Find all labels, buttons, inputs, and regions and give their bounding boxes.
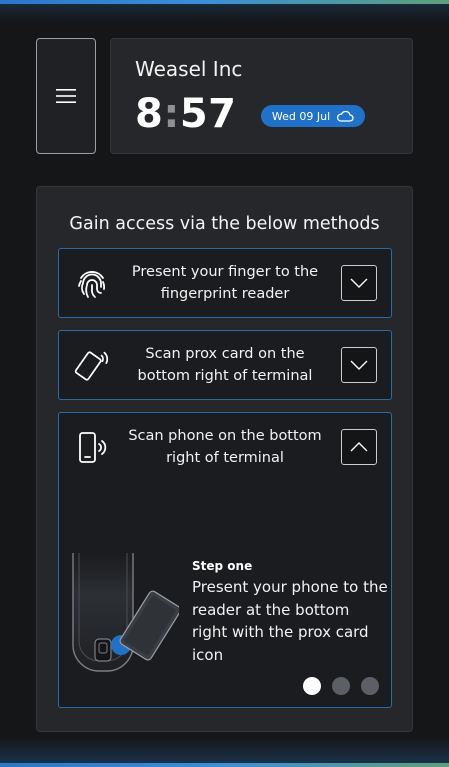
method-fingerprint[interactable]: Present your finger to the fingerprint r… bbox=[58, 248, 392, 318]
terminal-phone-illustration bbox=[69, 553, 182, 673]
access-methods-panel: Gain access via the below methods Presen… bbox=[36, 186, 413, 732]
step-heading: Step one bbox=[192, 559, 253, 573]
clock: 8:57 bbox=[135, 91, 237, 137]
menu-button[interactable] bbox=[36, 38, 96, 154]
chevron-down-icon bbox=[350, 360, 368, 370]
clock-minutes: 57 bbox=[179, 91, 237, 137]
method-phone-label: Scan phone on the bottom right of termin… bbox=[128, 428, 322, 466]
method-fingerprint-label: Present your finger to the fingerprint r… bbox=[131, 264, 319, 302]
clock-separator: : bbox=[163, 91, 180, 137]
step-pagination bbox=[303, 677, 379, 695]
cloud-icon bbox=[337, 110, 354, 122]
method-prox-card-label: Scan prox card on the bottom right of te… bbox=[137, 346, 313, 384]
step-dot-1[interactable] bbox=[303, 677, 321, 695]
access-methods-title: Gain access via the below methods bbox=[69, 214, 380, 234]
bottom-accent-bar bbox=[0, 763, 449, 767]
date-label: Wed 09 Jul bbox=[271, 109, 331, 123]
step-instruction: Present your phone to the reader at the … bbox=[192, 578, 388, 664]
method-phone[interactable]: Scan phone on the bottom right of termin… bbox=[58, 412, 392, 708]
clock-hours: 8 bbox=[135, 91, 164, 137]
phone-nfc-icon bbox=[73, 429, 111, 467]
chevron-up-icon bbox=[350, 442, 368, 452]
step-dot-3[interactable] bbox=[361, 677, 379, 695]
method-prox-card-expand-button[interactable] bbox=[341, 347, 377, 383]
step-dot-2[interactable] bbox=[332, 677, 350, 695]
header-card: Weasel Inc 8:57 Wed 09 Jul bbox=[110, 38, 413, 154]
fingerprint-icon bbox=[73, 265, 111, 303]
method-fingerprint-expand-button[interactable] bbox=[341, 265, 377, 301]
method-phone-collapse-button[interactable] bbox=[341, 429, 377, 465]
top-accent-glow bbox=[0, 4, 449, 22]
method-prox-card[interactable]: Scan prox card on the bottom right of te… bbox=[58, 330, 392, 400]
chevron-down-icon bbox=[350, 278, 368, 288]
hamburger-menu-icon bbox=[56, 89, 76, 103]
company-name: Weasel Inc bbox=[135, 57, 243, 81]
bottom-accent-glow bbox=[0, 737, 449, 763]
prox-card-icon bbox=[73, 347, 111, 385]
date-weather-badge: Wed 09 Jul bbox=[261, 105, 365, 127]
